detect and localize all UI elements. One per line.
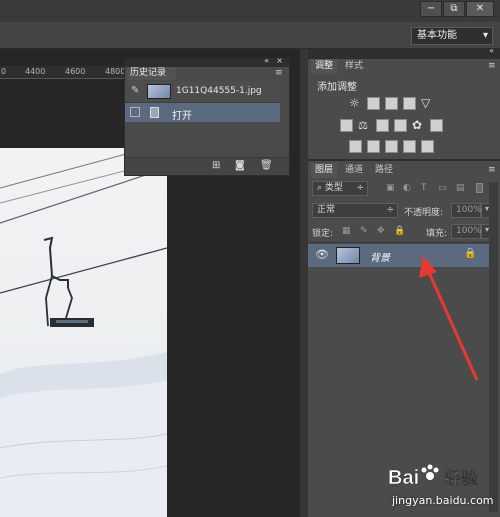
document-icon — [150, 107, 159, 118]
history-snapshot[interactable]: ✎ 1G11Q44555-1.jpg — [125, 81, 280, 103]
title-bar: − ⧉ ✕ — [0, 0, 500, 22]
ruler-tick: 4600 — [65, 67, 86, 76]
trash-icon[interactable]: 🗑 — [260, 160, 273, 171]
filter-toggle[interactable] — [476, 183, 483, 193]
tab-channels[interactable]: 通道 — [341, 163, 367, 178]
selective-color-icon[interactable] — [421, 140, 434, 153]
lock-transparency-icon[interactable]: ▦ — [342, 226, 351, 236]
watermark-url: jingyan.baidu.com — [392, 494, 494, 507]
layers-scrollbar[interactable] — [489, 182, 498, 512]
ruler-tick: 0 — [1, 67, 7, 76]
filter-smart-object-icon[interactable]: ▤ — [456, 183, 465, 193]
gradient-map-icon[interactable] — [403, 140, 416, 153]
chevron-down-icon: ÷ — [386, 205, 394, 215]
adjustments-title: 添加调整 — [317, 82, 357, 93]
exposure-icon[interactable] — [403, 97, 416, 110]
annotation-arrow — [419, 256, 479, 381]
tab-layers[interactable]: 图层 — [311, 163, 338, 178]
snapshot-label: 1G11Q44555-1.jpg — [176, 86, 262, 96]
layer-filter-select[interactable]: ⌕ 类型 ÷ — [312, 181, 368, 196]
svg-text:Bai: Bai — [388, 467, 419, 489]
collapse-icon[interactable]: « — [264, 56, 269, 65]
channel-mixer-icon[interactable]: ✿ — [412, 119, 425, 132]
filter-type-icon[interactable]: T — [421, 183, 427, 193]
levels-icon[interactable] — [367, 97, 380, 110]
blend-mode-label: 正常 — [317, 205, 336, 215]
photo-filter-icon[interactable] — [394, 119, 407, 132]
new-document-from-state-icon[interactable]: ⊞ — [212, 160, 220, 171]
history-brush-checkbox[interactable] — [130, 107, 140, 117]
layer-name[interactable]: 背景 — [370, 249, 390, 264]
close-panel-icon[interactable]: × — [276, 56, 283, 65]
lock-position-icon[interactable]: ✥ — [377, 226, 385, 236]
workspace-select[interactable]: 基本功能 ▾ — [411, 27, 493, 45]
tab-styles[interactable]: 样式 — [341, 59, 367, 74]
horizontal-ruler: 0 4400 4600 4800 — [0, 66, 126, 79]
black-white-icon[interactable] — [376, 119, 389, 132]
panel-menu-icon[interactable]: ≡ — [488, 61, 496, 71]
eye-icon[interactable]: 👁 — [315, 248, 329, 261]
chevron-down-icon: ▾ — [482, 30, 488, 41]
svg-text:经验: 经验 — [444, 468, 479, 489]
restore-button[interactable]: ⧉ — [443, 1, 465, 17]
brightness-icon[interactable]: ☼ — [349, 97, 362, 110]
vibrance-icon[interactable]: ▽ — [421, 97, 434, 110]
ski-lift-photo — [0, 148, 167, 517]
camera-snapshot-icon[interactable]: ◙ — [235, 160, 245, 171]
history-panel-header: « × — [125, 56, 289, 67]
layers-list-divider — [308, 242, 489, 243]
snapshot-thumbnail — [147, 84, 171, 99]
search-icon: ⌕ — [317, 183, 323, 193]
history-item[interactable]: 打开 — [125, 103, 280, 122]
collapse-icon[interactable]: « — [489, 46, 494, 55]
opacity-input[interactable]: 100% — [451, 203, 482, 218]
curves-icon[interactable] — [385, 97, 398, 110]
history-brush-source-icon[interactable]: ✎ — [131, 85, 139, 96]
lock-image-icon[interactable]: ✎ — [360, 226, 368, 236]
panel-menu-icon[interactable]: ≡ — [488, 165, 496, 175]
opacity-label: 不透明度: — [404, 208, 444, 218]
chevron-down-icon: ÷ — [356, 183, 364, 193]
close-window-button[interactable]: ✕ — [466, 1, 494, 17]
layer-filter-label: 类型 — [324, 183, 343, 193]
color-lookup-icon[interactable] — [430, 119, 443, 132]
color-balance-icon[interactable]: ⚖ — [358, 119, 371, 132]
workspace-label: 基本功能 — [417, 30, 457, 41]
image-canvas[interactable] — [0, 148, 167, 517]
hue-saturation-icon[interactable] — [340, 119, 353, 132]
minimize-button[interactable]: − — [420, 1, 442, 17]
baidu-jingyan-logo: Bai 经验 — [388, 464, 479, 489]
adjustments-panel-header: « — [308, 46, 500, 59]
layer-thumbnail — [336, 247, 360, 264]
panel-menu-icon[interactable]: ≡ — [275, 68, 283, 78]
fill-input[interactable]: 100% — [451, 224, 482, 239]
dock-divider[interactable] — [300, 49, 308, 517]
fill-label: 填充: — [426, 229, 448, 239]
filter-shape-icon[interactable]: ▭ — [438, 183, 447, 193]
tab-adjustments[interactable]: 调整 — [311, 59, 338, 74]
history-footer: ⊞ ◙ 🗑 — [125, 157, 289, 175]
tab-history[interactable]: 历史记录 — [127, 67, 176, 80]
history-item-label: 打开 — [172, 111, 192, 122]
ruler-tick: 4800 — [105, 67, 126, 76]
lock-all-icon[interactable]: 🔒 — [394, 226, 405, 236]
history-panel: « × 历史记录 ≡ ✎ 1G11Q44555-1.jpg 打开 ⊞ ◙ 🗑 — [124, 56, 290, 176]
posterize-icon[interactable] — [367, 140, 380, 153]
filter-pixel-icon[interactable]: ▣ — [386, 183, 395, 193]
panel-separator — [308, 159, 500, 161]
tab-paths[interactable]: 路径 — [371, 163, 397, 178]
invert-icon[interactable] — [349, 140, 362, 153]
blend-mode-select[interactable]: 正常 ÷ — [312, 203, 398, 218]
lock-label: 锁定: — [312, 229, 334, 239]
threshold-icon[interactable] — [385, 140, 398, 153]
ruler-tick: 4400 — [25, 67, 46, 76]
filter-adjustment-icon[interactable]: ◐ — [403, 183, 411, 193]
